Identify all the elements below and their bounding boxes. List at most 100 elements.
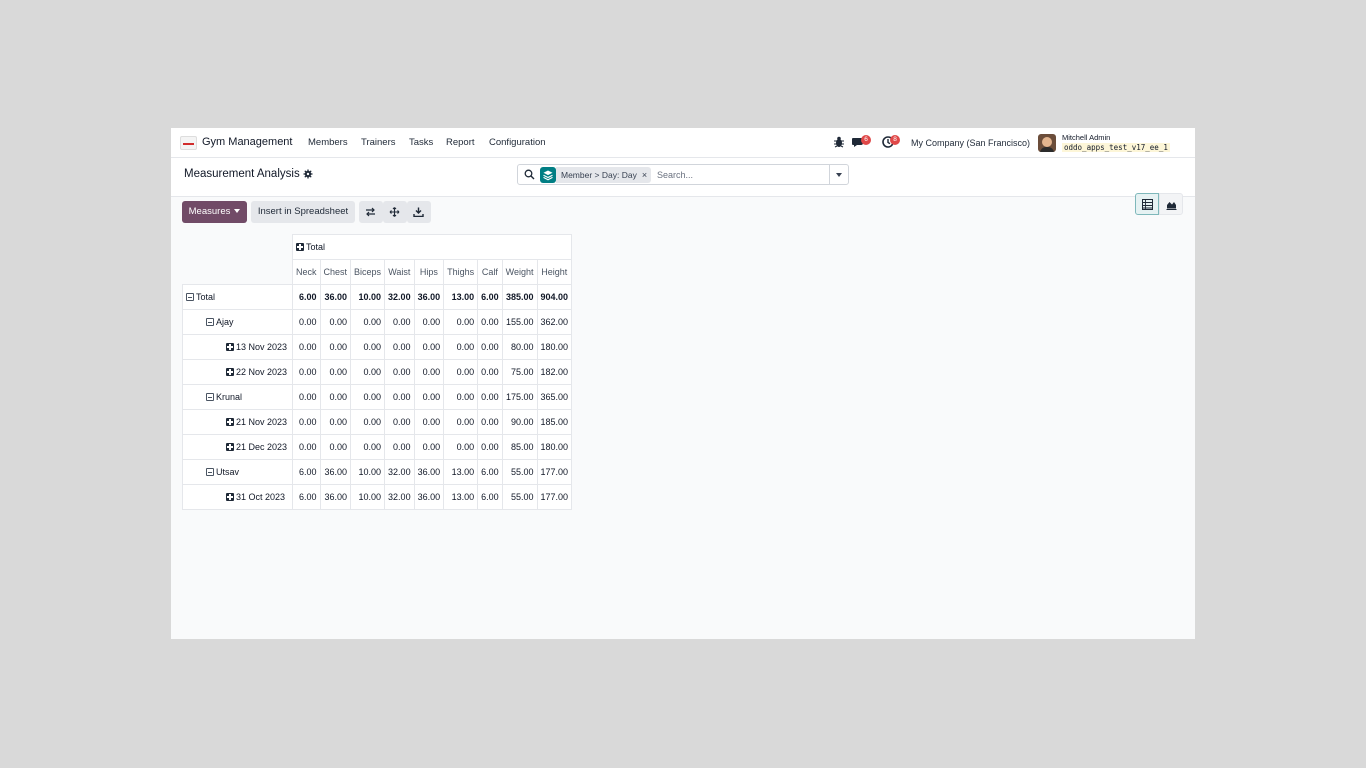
table-cell[interactable]: 0.00	[319, 334, 352, 360]
table-cell[interactable]: 0.00	[350, 434, 386, 460]
table-cell[interactable]: 90.00	[501, 409, 538, 435]
graph-view-button[interactable]	[1159, 193, 1183, 215]
table-cell[interactable]: 0.00	[413, 334, 445, 360]
table-cell[interactable]: 175.00	[501, 384, 538, 410]
table-cell[interactable]: 0.00	[477, 309, 503, 335]
table-cell[interactable]: 904.00	[536, 284, 573, 310]
expand-all-button[interactable]	[383, 201, 407, 223]
table-cell[interactable]: 6.00	[292, 459, 321, 485]
table-cell[interactable]: 0.00	[413, 409, 445, 435]
table-cell[interactable]: 13.00	[443, 284, 479, 310]
table-cell[interactable]: 0.00	[350, 309, 386, 335]
table-cell[interactable]: 36.00	[413, 284, 445, 310]
table-cell[interactable]: 0.00	[384, 334, 415, 360]
row-header[interactable]: 21 Dec 2023	[182, 434, 293, 460]
table-cell[interactable]: 365.00	[536, 384, 573, 410]
table-cell[interactable]: 0.00	[292, 334, 321, 360]
measure-header[interactable]: Calf	[477, 259, 503, 285]
table-cell[interactable]: 55.00	[501, 459, 538, 485]
table-cell[interactable]: 155.00	[501, 309, 538, 335]
table-cell[interactable]: 75.00	[501, 359, 538, 385]
table-cell[interactable]: 362.00	[536, 309, 573, 335]
table-cell[interactable]: 36.00	[413, 484, 445, 510]
table-cell[interactable]: 0.00	[477, 359, 503, 385]
row-header[interactable]: 22 Nov 2023	[182, 359, 293, 385]
table-cell[interactable]: 32.00	[384, 284, 415, 310]
download-button[interactable]	[407, 201, 431, 223]
table-cell[interactable]: 0.00	[477, 434, 503, 460]
table-cell[interactable]: 0.00	[319, 309, 352, 335]
measure-header[interactable]: Weight	[501, 259, 538, 285]
column-header-total[interactable]: Total	[291, 234, 573, 260]
table-cell[interactable]: 13.00	[443, 459, 479, 485]
table-cell[interactable]: 0.00	[413, 384, 445, 410]
table-cell[interactable]: 0.00	[350, 384, 386, 410]
table-cell[interactable]: 13.00	[443, 484, 479, 510]
row-header[interactable]: Utsav	[182, 459, 293, 485]
table-cell[interactable]: 0.00	[384, 384, 415, 410]
table-cell[interactable]: 10.00	[350, 459, 386, 485]
table-cell[interactable]: 0.00	[350, 409, 386, 435]
menu-members[interactable]: Members	[308, 137, 348, 148]
menu-trainers[interactable]: Trainers	[361, 137, 396, 148]
table-cell[interactable]: 36.00	[413, 459, 445, 485]
app-logo-icon[interactable]	[180, 136, 197, 150]
row-header[interactable]: Krunal	[182, 384, 293, 410]
row-header[interactable]: Ajay	[182, 309, 293, 335]
menu-report[interactable]: Report	[446, 137, 475, 148]
measure-header[interactable]: Height	[536, 259, 573, 285]
row-header[interactable]: 21 Nov 2023	[182, 409, 293, 435]
table-cell[interactable]: 0.00	[443, 359, 479, 385]
company-switcher[interactable]: My Company (San Francisco)	[911, 138, 1030, 148]
measure-header[interactable]: Waist	[384, 259, 415, 285]
search-bar[interactable]: Member > Day: Day ×	[517, 164, 849, 185]
table-cell[interactable]: 0.00	[413, 434, 445, 460]
table-cell[interactable]: 0.00	[319, 434, 352, 460]
table-cell[interactable]: 0.00	[319, 409, 352, 435]
row-header[interactable]: Total	[182, 284, 293, 310]
table-cell[interactable]: 0.00	[443, 384, 479, 410]
measure-header[interactable]: Chest	[319, 259, 352, 285]
measures-button[interactable]: Measures	[182, 201, 247, 223]
table-cell[interactable]: 6.00	[477, 459, 503, 485]
table-cell[interactable]: 0.00	[350, 334, 386, 360]
table-cell[interactable]: 0.00	[350, 359, 386, 385]
table-cell[interactable]: 0.00	[477, 409, 503, 435]
facet-remove-icon[interactable]: ×	[642, 170, 647, 180]
table-cell[interactable]: 10.00	[350, 484, 386, 510]
table-cell[interactable]: 80.00	[501, 334, 538, 360]
measure-header[interactable]: Hips	[413, 259, 445, 285]
app-name[interactable]: Gym Management	[202, 136, 292, 148]
table-cell[interactable]: 85.00	[501, 434, 538, 460]
measure-header[interactable]: Biceps	[350, 259, 386, 285]
table-cell[interactable]: 0.00	[384, 359, 415, 385]
table-cell[interactable]: 32.00	[384, 459, 415, 485]
pivot-view-button[interactable]	[1135, 193, 1159, 215]
table-cell[interactable]: 0.00	[477, 334, 503, 360]
table-cell[interactable]: 177.00	[536, 484, 573, 510]
table-cell[interactable]: 6.00	[292, 484, 321, 510]
row-header[interactable]: 13 Nov 2023	[182, 334, 293, 360]
table-cell[interactable]: 0.00	[319, 359, 352, 385]
table-cell[interactable]: 0.00	[443, 409, 479, 435]
table-cell[interactable]: 36.00	[319, 459, 352, 485]
table-cell[interactable]: 0.00	[443, 334, 479, 360]
search-options-toggle[interactable]	[829, 165, 848, 184]
table-cell[interactable]: 0.00	[413, 309, 445, 335]
table-cell[interactable]: 177.00	[536, 459, 573, 485]
table-cell[interactable]: 0.00	[292, 384, 321, 410]
table-cell[interactable]: 0.00	[292, 409, 321, 435]
user-avatar[interactable]	[1038, 134, 1056, 152]
table-cell[interactable]: 0.00	[292, 359, 321, 385]
table-cell[interactable]: 10.00	[350, 284, 386, 310]
flip-axis-button[interactable]	[359, 201, 383, 223]
measure-header[interactable]: Thighs	[443, 259, 479, 285]
search-input[interactable]	[657, 167, 827, 182]
table-cell[interactable]: 0.00	[443, 434, 479, 460]
table-cell[interactable]: 180.00	[536, 434, 573, 460]
table-cell[interactable]: 36.00	[319, 284, 352, 310]
menu-configuration[interactable]: Configuration	[489, 137, 546, 148]
insert-spreadsheet-button[interactable]: Insert in Spreadsheet	[251, 201, 355, 223]
table-cell[interactable]: 0.00	[477, 384, 503, 410]
gear-icon[interactable]	[303, 169, 313, 179]
